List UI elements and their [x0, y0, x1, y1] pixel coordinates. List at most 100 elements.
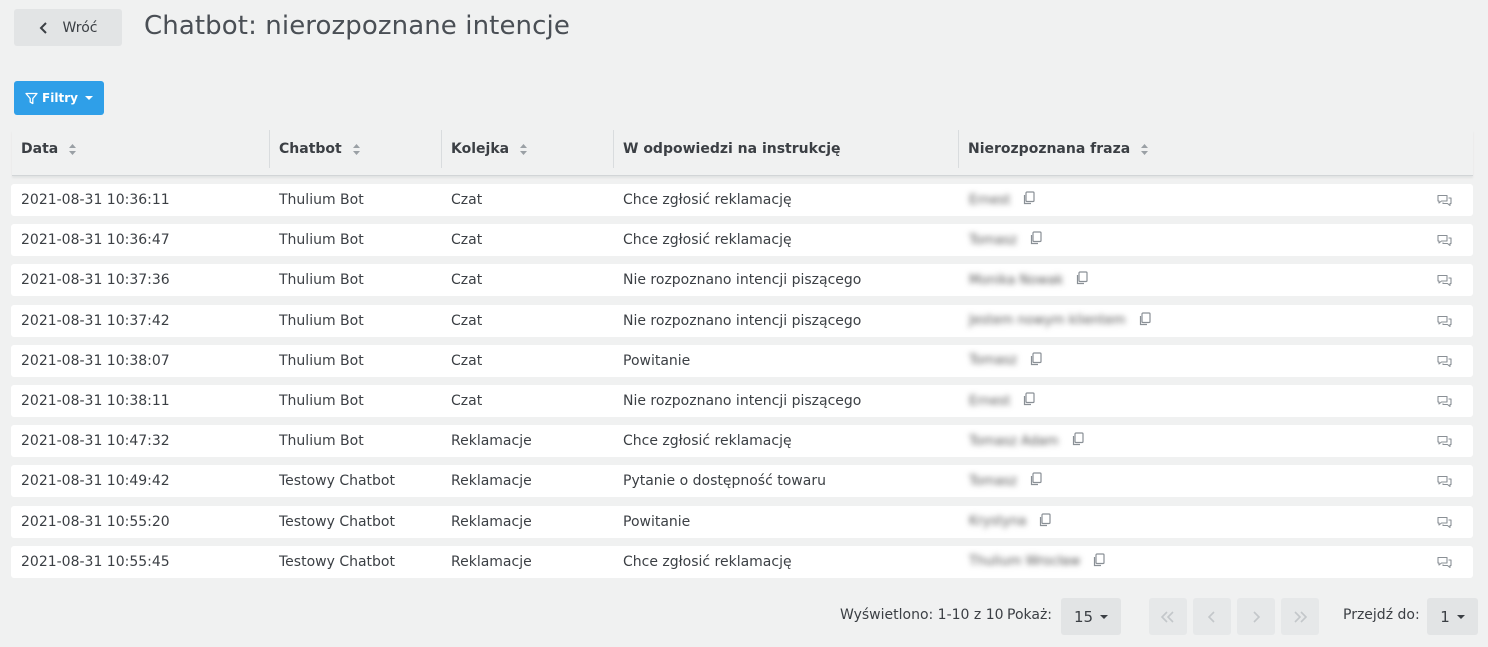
cell-phrase: Tomasz	[969, 345, 1042, 377]
previous-page-button[interactable]	[1193, 598, 1231, 635]
conversation-icon[interactable]	[1436, 193, 1453, 211]
chevron-left-icon	[1207, 610, 1215, 623]
copy-icon[interactable]	[1038, 512, 1051, 531]
cell-phrase: Jestem nowym klientem	[969, 305, 1151, 337]
cell-instruction: Chce zgłosić reklamację	[623, 192, 792, 208]
phrase-text: Tomasz	[969, 473, 1017, 489]
phrase-text: Tomasz Adam	[969, 433, 1059, 449]
cell-date: 2021-08-31 10:49:42	[21, 473, 170, 490]
cell-instruction: Powitanie	[623, 352, 691, 369]
copy-icon[interactable]	[1029, 352, 1042, 370]
first-page-button[interactable]	[1149, 598, 1187, 635]
table-row: 2021-08-31 10:37:36 Thulium Bot Czat Nie ro…	[11, 264, 1473, 297]
conversation-icon[interactable]	[1436, 314, 1453, 332]
table-header: Data Chatbot Kolejka W odpowiedzi na ins…	[12, 130, 1473, 176]
conversation-icon[interactable]	[1436, 474, 1453, 492]
cell-date: 2021-08-31 10:36:11	[21, 192, 170, 208]
table-row: 2021-08-31 10:55:45 Testowy Chatbot Reklam…	[11, 545, 1473, 578]
filter-button-label: Filtry	[42, 91, 78, 105]
back-button[interactable]: Wróć	[14, 9, 122, 46]
table-row: 2021-08-31 10:37:42 Thulium Bot Czat Nie ro…	[11, 304, 1473, 337]
cell-chatbot: Testowy Chatbot	[279, 513, 395, 530]
cell-phrase: Ernest	[969, 385, 1036, 417]
column-header-date[interactable]: Data	[12, 130, 269, 168]
cell-instruction: Nie rozpoznano intencji piszącego	[623, 312, 862, 329]
cell-chatbot: Testowy Chatbot	[279, 473, 395, 490]
table-row: 2021-08-31 10:38:11 Thulium Bot Czat Nie ro…	[11, 385, 1473, 417]
copy-icon[interactable]	[1022, 191, 1036, 209]
chevron-right-icon	[1253, 610, 1261, 623]
caret-down-icon	[1100, 614, 1109, 619]
goto-page-value: 1	[1440, 607, 1450, 626]
phrase-text: Monika Nowak	[969, 272, 1064, 288]
column-header-phrase[interactable]: Nierozpoznana fraza	[958, 130, 1473, 168]
page-size-label: Pokaż:	[1007, 607, 1053, 623]
cell-date: 2021-08-31 10:47:32	[21, 433, 170, 450]
cell-phrase: Ernest	[969, 184, 1036, 216]
conversation-icon[interactable]	[1436, 515, 1453, 533]
phrase-text: Thulium Wrocław	[969, 554, 1081, 570]
filter-button[interactable]: Filtry	[14, 81, 104, 115]
cell-queue: Reklamacje	[451, 553, 532, 570]
goto-page-label: Przejdź do:	[1343, 607, 1420, 623]
double-chevron-left-icon	[1160, 610, 1174, 623]
page-size-value: 15	[1073, 607, 1094, 626]
copy-icon[interactable]	[1029, 472, 1042, 490]
caret-down-icon	[1456, 614, 1465, 619]
cell-queue: Reklamacje	[451, 473, 532, 490]
copy-icon[interactable]	[1075, 271, 1088, 289]
copy-icon[interactable]	[1029, 231, 1042, 249]
cell-phrase: Tomasz	[969, 224, 1042, 256]
cell-instruction: Nie rozpoznano intencji piszącego	[623, 272, 862, 289]
table-row: 2021-08-31 10:55:20 Testowy Chatbot Reklam…	[11, 505, 1473, 538]
copy-icon[interactable]	[1022, 392, 1036, 410]
copy-icon[interactable]	[1071, 432, 1084, 450]
cell-instruction: Chce zgłosić reklamację	[623, 232, 792, 249]
cell-chatbot: Thulium Bot	[279, 433, 364, 450]
cell-chatbot: Thulium Bot	[279, 272, 364, 289]
cell-chatbot: Thulium Bot	[279, 312, 364, 329]
page-size-select[interactable]: 15	[1061, 598, 1121, 635]
sort-icon	[352, 143, 360, 155]
conversation-icon[interactable]	[1436, 555, 1453, 573]
cell-date: 2021-08-31 10:55:45	[21, 553, 170, 570]
cell-chatbot: Thulium Bot	[279, 232, 364, 249]
last-page-button[interactable]	[1281, 598, 1319, 635]
copy-icon[interactable]	[1138, 311, 1151, 330]
sort-icon	[520, 143, 528, 155]
phrase-text: Tomasz	[969, 353, 1017, 369]
cell-phrase: Thulium Wrocław	[969, 546, 1106, 578]
cell-date: 2021-08-31 10:37:36	[21, 272, 170, 289]
next-page-button[interactable]	[1237, 598, 1275, 635]
cell-date: 2021-08-31 10:37:42	[21, 312, 170, 329]
table-row: 2021-08-31 10:49:42 Testowy Chatbot Reklam…	[11, 465, 1473, 498]
copy-icon[interactable]	[1092, 553, 1106, 571]
conversation-icon[interactable]	[1436, 434, 1453, 452]
phrase-text: Ernest	[969, 393, 1011, 409]
cell-chatbot: Thulium Bot	[279, 352, 364, 369]
cell-instruction: Nie rozpoznano intencji piszącego	[623, 393, 862, 409]
cell-queue: Czat	[451, 393, 483, 409]
chevron-left-icon	[39, 21, 47, 34]
phrase-text: Jestem nowym klientem	[969, 313, 1126, 329]
cell-queue: Czat	[451, 232, 483, 249]
cell-date: 2021-08-31 10:38:11	[21, 393, 170, 409]
caret-down-icon	[84, 96, 93, 100]
table-row: 2021-08-31 10:36:47 Thulium Bot Czat Chce z…	[11, 224, 1473, 257]
cell-queue: Czat	[451, 192, 483, 208]
records-shown-text: Wyświetlono: 1-10 z 10	[840, 607, 1004, 623]
cell-queue: Czat	[451, 312, 483, 329]
conversation-icon[interactable]	[1436, 233, 1453, 251]
cell-date: 2021-08-31 10:36:47	[21, 232, 170, 249]
cell-date: 2021-08-31 10:38:07	[21, 352, 170, 369]
cell-queue: Czat	[451, 272, 483, 289]
goto-page-select[interactable]: 1	[1427, 598, 1478, 635]
cell-chatbot: Thulium Bot	[279, 393, 364, 409]
conversation-icon[interactable]	[1436, 354, 1453, 372]
conversation-icon[interactable]	[1436, 273, 1453, 291]
column-header-chatbot[interactable]: Chatbot	[269, 130, 441, 168]
phrase-text: Krystyna	[969, 514, 1027, 530]
column-header-queue[interactable]: Kolejka	[441, 130, 613, 168]
double-chevron-right-icon	[1294, 610, 1308, 623]
conversation-icon[interactable]	[1436, 394, 1453, 412]
